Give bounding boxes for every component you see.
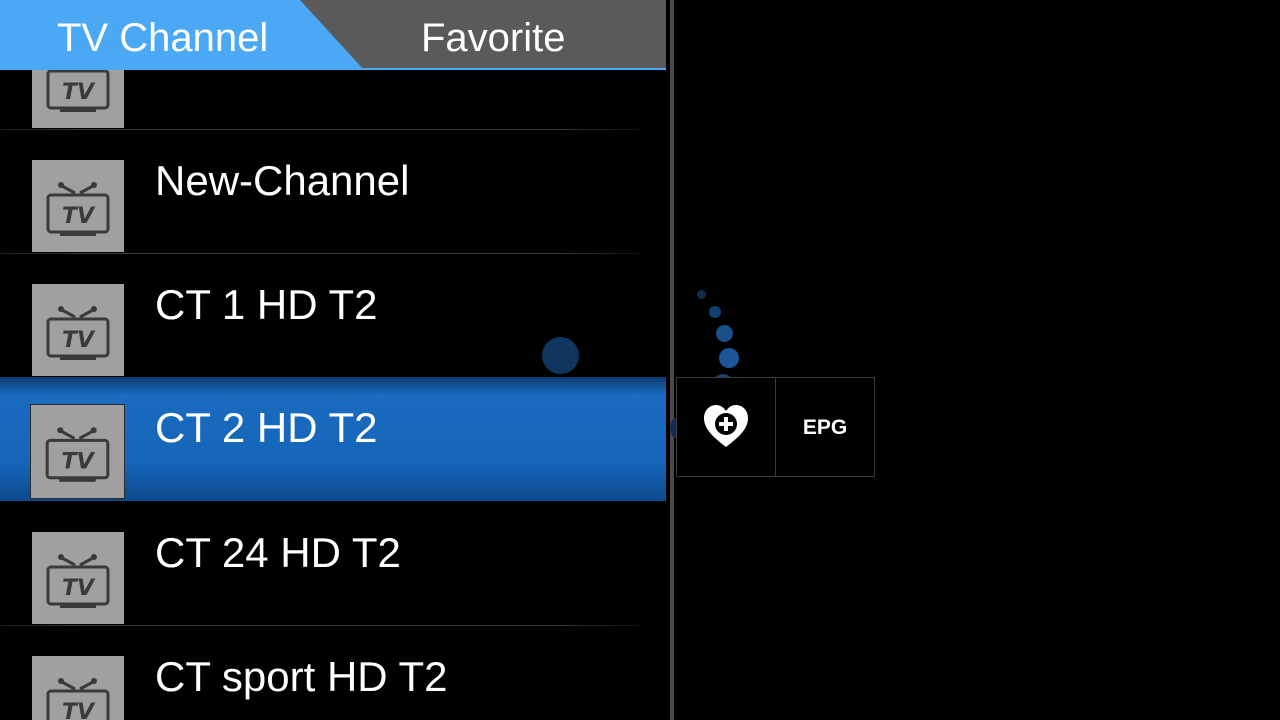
channel-name: CT sport HD T2: [155, 653, 448, 700]
channel-row[interactable]: TV New-Channel: [0, 130, 666, 254]
add-favorite-button[interactable]: [677, 378, 776, 476]
channel-row[interactable]: TV CT 24 HD T2: [0, 502, 666, 626]
channel-row-selected[interactable]: TV CT 2 HD T2: [0, 377, 666, 501]
tab-favorite-label: Favorite: [421, 16, 566, 60]
spinner-dot: [709, 306, 721, 318]
svg-text:TV: TV: [62, 328, 96, 353]
tab-tv-channel-label: TV Channel: [57, 16, 269, 60]
tv-icon: TV: [32, 70, 124, 128]
svg-text:TV: TV: [62, 80, 96, 105]
epg-label: EPG: [802, 416, 848, 439]
tab-tv-channel[interactable]: TV Channel: [0, 0, 364, 70]
spinner-dot: [716, 325, 733, 342]
channel-name: CT 1 HD T2: [155, 281, 378, 328]
panel-separator: [670, 0, 674, 720]
channel-list[interactable]: TV TV New-Channel TV CT 1 HD T2 TV CT 2 …: [0, 70, 666, 720]
tab-favorite[interactable]: Favorite: [300, 0, 666, 70]
channel-name: CT 2 HD T2: [155, 404, 378, 451]
tv-icon: TV: [32, 284, 124, 376]
channel-row[interactable]: TV CT sport HD T2: [0, 626, 666, 720]
channel-name: New-Channel: [155, 157, 410, 204]
heart-plus-icon: [704, 405, 748, 447]
tv-icon: TV: [32, 656, 124, 720]
channel-name: CT 24 HD T2: [155, 529, 401, 576]
tv-icon: TV: [32, 532, 124, 624]
svg-text:TV: TV: [62, 700, 96, 720]
channel-row[interactable]: TV: [0, 70, 666, 130]
svg-text:TV: TV: [62, 576, 96, 601]
svg-text:TV: TV: [62, 204, 96, 229]
channel-actions-panel: EPG: [676, 377, 875, 477]
spinner-dot: [542, 337, 579, 374]
tab-bar: Favorite TV Channel: [0, 0, 666, 70]
tv-icon: TV: [30, 404, 125, 499]
svg-text:TV: TV: [61, 449, 95, 475]
spinner-dot: [697, 290, 706, 299]
spinner-dot: [719, 348, 739, 368]
tv-icon: TV: [32, 160, 124, 252]
epg-button[interactable]: EPG: [776, 378, 874, 476]
